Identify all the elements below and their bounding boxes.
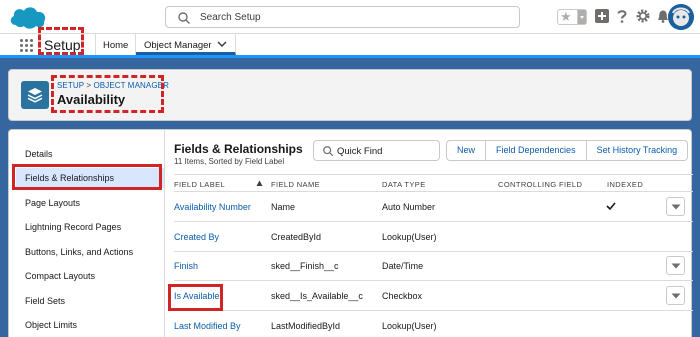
highlight-box-title <box>51 75 164 113</box>
search-placeholder: Search Setup <box>200 12 261 23</box>
chevron-down-icon <box>671 204 681 210</box>
set-history-tracking-button[interactable]: Set History Tracking <box>587 141 688 160</box>
search-icon <box>323 146 334 157</box>
sidebar-item-label: Compact Layouts <box>25 271 96 281</box>
quick-find-input[interactable]: Quick Find <box>313 140 440 161</box>
sidebar-item-label: Object Limits <box>25 320 78 330</box>
table-header: FIELD LABEL FIELD NAME DATA TYPE CONTROL… <box>174 174 693 192</box>
sidebar-item-label: Details <box>25 149 53 159</box>
field-data-type: Date/Time <box>382 261 424 271</box>
astro-avatar-icon <box>668 4 694 30</box>
table-row: Availability Number Name Auto Number <box>174 193 693 222</box>
main-panel: Details Fields & Relationships Page Layo… <box>8 129 693 337</box>
row-action-menu-button[interactable] <box>666 197 685 216</box>
chevron-down-icon <box>671 263 681 269</box>
field-label-link[interactable]: Last Modified By <box>174 321 241 331</box>
sidebar-item-label: Page Layouts <box>25 198 81 208</box>
field-api-name: CreatedById <box>271 232 322 242</box>
table-row: Last Modified By LastModifiedById Lookup… <box>174 312 693 337</box>
sidebar-item-label: Buttons, Links, and Actions <box>25 247 134 257</box>
tab-home-label: Home <box>103 40 129 51</box>
tab-object-manager-label: Object Manager <box>144 40 212 51</box>
table-row: Created By CreatedById Lookup(User) <box>174 223 693 252</box>
field-label-link[interactable]: Availability Number <box>174 202 251 212</box>
header-utility-icons: ★ <box>540 0 700 34</box>
table-row: Finish sked__Finish__c Date/Time <box>174 252 693 281</box>
fields-content: Fields & Relationships 11 Items, Sorted … <box>174 130 693 337</box>
avatar[interactable] <box>668 4 694 30</box>
highlight-box-setup <box>38 27 84 55</box>
sidebar-item-object-limits[interactable]: Object Limits <box>16 315 164 335</box>
section-subtitle: 11 Items, Sorted by Field Label <box>174 157 285 166</box>
column-header-data-type[interactable]: DATA TYPE <box>382 180 426 189</box>
column-header-field-label[interactable]: FIELD LABEL <box>174 180 225 189</box>
chevron-down-icon[interactable] <box>217 40 227 48</box>
field-data-type: Auto Number <box>382 202 436 212</box>
favorites-button[interactable]: ★ <box>557 9 587 25</box>
column-header-indexed[interactable]: INDEXED <box>607 180 643 189</box>
field-label-link[interactable]: Created By <box>174 232 219 242</box>
global-header: Search Setup ★ <box>0 0 700 34</box>
app-launcher-icon[interactable] <box>20 39 34 53</box>
sidebar-item-label: Field Sets <box>25 296 66 306</box>
plus-icon[interactable] <box>594 8 610 24</box>
sidebar-item-lightning-record-pages[interactable]: Lightning Record Pages <box>16 217 164 237</box>
field-api-name: Name <box>271 202 296 212</box>
gear-icon[interactable] <box>635 8 651 24</box>
star-icon: ★ <box>560 9 572 24</box>
section-title: Fields & Relationships <box>174 142 303 156</box>
object-icon <box>21 81 49 109</box>
row-action-menu-button[interactable] <box>666 256 685 275</box>
tab-object-manager[interactable]: Object Manager <box>136 34 236 55</box>
action-button-group: New Field Dependencies Set History Track… <box>446 140 689 161</box>
field-dependencies-button[interactable]: Field Dependencies <box>486 141 587 160</box>
field-api-name: sked__Is_Available__c <box>271 291 363 301</box>
field-data-type: Lookup(User) <box>382 321 437 331</box>
field-api-name: LastModifiedById <box>271 321 341 331</box>
column-header-field-name[interactable]: FIELD NAME <box>271 180 320 189</box>
new-button[interactable]: New <box>447 141 487 160</box>
app-navigation-bar: Setup Home Object Manager <box>0 34 700 58</box>
chevron-down-icon <box>671 293 681 299</box>
object-sidebar: Details Fields & Relationships Page Layo… <box>9 130 165 337</box>
sidebar-item-buttons-links-actions[interactable]: Buttons, Links, and Actions <box>16 242 164 262</box>
highlight-box-is-available <box>168 284 223 311</box>
field-label-link[interactable]: Finish <box>174 261 198 271</box>
tab-home[interactable]: Home <box>95 34 136 55</box>
column-header-controlling-field[interactable]: CONTROLLING FIELD <box>498 180 582 189</box>
row-action-menu-button[interactable] <box>666 286 685 305</box>
field-api-name: sked__Finish__c <box>271 261 339 271</box>
help-icon[interactable] <box>614 8 630 24</box>
sidebar-item-field-sets[interactable]: Field Sets <box>16 291 164 311</box>
chevron-down-icon[interactable] <box>577 10 586 24</box>
sidebar-item-compact-layouts[interactable]: Compact Layouts <box>16 266 164 286</box>
sort-ascending-icon[interactable] <box>256 180 263 187</box>
quick-find-placeholder: Quick Find <box>337 146 383 157</box>
sidebar-item-label: Lightning Record Pages <box>25 222 122 232</box>
field-data-type: Lookup(User) <box>382 232 437 242</box>
search-input[interactable]: Search Setup <box>165 6 520 28</box>
sidebar-item-page-layouts[interactable]: Page Layouts <box>16 193 164 213</box>
search-icon <box>178 12 190 24</box>
field-data-type: Checkbox <box>382 291 423 301</box>
table-row: Is Available sked__Is_Available__c Check… <box>174 282 693 311</box>
sidebar-item-details[interactable]: Details <box>16 144 164 164</box>
indexed-check-icon <box>606 202 616 211</box>
layers-icon <box>27 88 43 103</box>
highlight-box-fields-relationships <box>12 164 162 190</box>
